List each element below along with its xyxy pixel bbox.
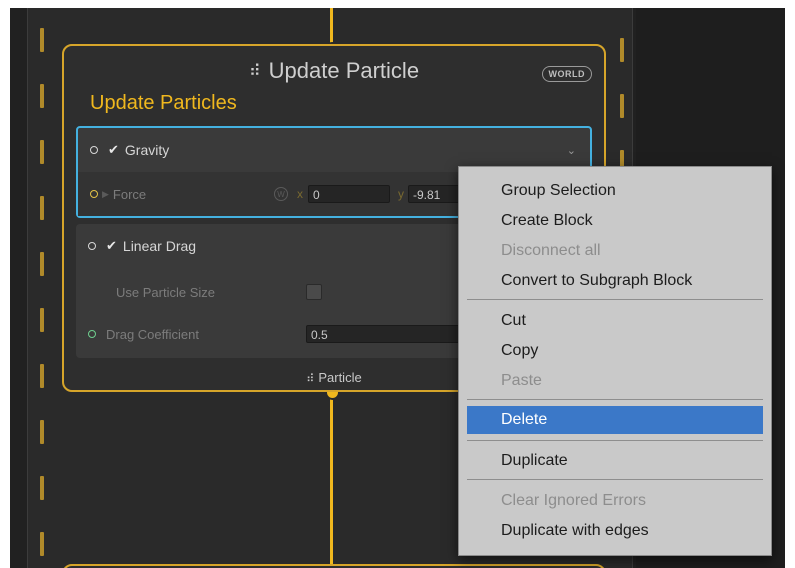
dash-marker — [40, 476, 44, 500]
activation-slot[interactable] — [90, 146, 98, 154]
gravity-enable-checkbox[interactable]: ✔ — [108, 142, 119, 158]
next-context-node[interactable] — [62, 564, 606, 568]
use-particle-size-checkbox[interactable] — [306, 284, 322, 300]
menu-item-delete[interactable]: Delete — [467, 406, 763, 434]
menu-item-duplicate-with-edges[interactable]: Duplicate with edges — [459, 517, 771, 545]
dash-marker — [40, 308, 44, 332]
menu-item-create-block[interactable]: Create Block — [459, 207, 771, 235]
menu-separator — [467, 440, 763, 441]
dash-marker — [40, 364, 44, 388]
dash-marker — [40, 84, 44, 108]
menu-item-copy[interactable]: Copy — [459, 337, 771, 365]
drag-coefficient-field[interactable]: 0.5 — [306, 325, 476, 343]
menu-item-group-selection[interactable]: Group Selection — [459, 177, 771, 205]
drag-coefficient-label: Drag Coefficient — [106, 326, 199, 342]
footer-label: Particle — [318, 370, 362, 385]
menu-separator — [467, 479, 763, 480]
activation-slot[interactable] — [88, 242, 96, 250]
menu-separator — [467, 299, 763, 300]
expand-triangle-icon[interactable]: ▶ — [102, 189, 109, 200]
context-menu: Group Selection Create Block Disconnect … — [458, 166, 772, 556]
dash-marker — [40, 252, 44, 276]
dash-marker — [40, 532, 44, 556]
linear-drag-enable-checkbox[interactable]: ✔ — [106, 238, 117, 254]
space-toggle-badge[interactable]: WORLD — [541, 66, 592, 82]
x-axis-label: x — [297, 187, 303, 201]
chevron-down-icon[interactable]: ⌄ — [567, 144, 576, 157]
menu-item-disconnect-all: Disconnect all — [501, 242, 601, 259]
y-axis-label: y — [398, 187, 404, 201]
force-input-slot[interactable] — [90, 190, 98, 198]
context-label[interactable]: Update Particles — [90, 92, 237, 115]
dash-marker — [620, 38, 624, 62]
menu-item-clear-ignored-errors: Clear Ignored Errors — [501, 492, 646, 509]
dash-marker — [40, 28, 44, 52]
menu-item-duplicate[interactable]: Duplicate — [459, 447, 771, 475]
particle-icon: ⠾ — [306, 373, 315, 385]
dash-marker — [40, 140, 44, 164]
world-space-icon[interactable]: W — [274, 187, 288, 201]
force-x-field[interactable]: 0 — [308, 185, 390, 203]
menu-item-convert-to-subgraph-block[interactable]: Convert to Subgraph Block — [459, 267, 771, 295]
menu-item-cut[interactable]: Cut — [459, 307, 771, 335]
linear-drag-label: Linear Drag — [122, 238, 197, 254]
dash-marker — [620, 94, 624, 118]
use-particle-size-label: Use Particle Size — [116, 284, 215, 300]
dash-marker — [40, 420, 44, 444]
force-label: Force — [112, 186, 147, 202]
menu-item-paste: Paste — [501, 372, 542, 389]
drag-coefficient-slot[interactable] — [88, 330, 96, 338]
lane-border-left — [27, 8, 28, 568]
menu-separator — [467, 399, 763, 400]
flow-edge-out[interactable] — [330, 392, 333, 568]
context-title-text: Update Particle — [268, 58, 420, 83]
particle-system-icon: ⠾ — [248, 63, 261, 80]
context-title: ⠾ Update Particle — [64, 58, 604, 84]
gravity-label: Gravity — [124, 142, 170, 158]
dash-marker — [40, 196, 44, 220]
